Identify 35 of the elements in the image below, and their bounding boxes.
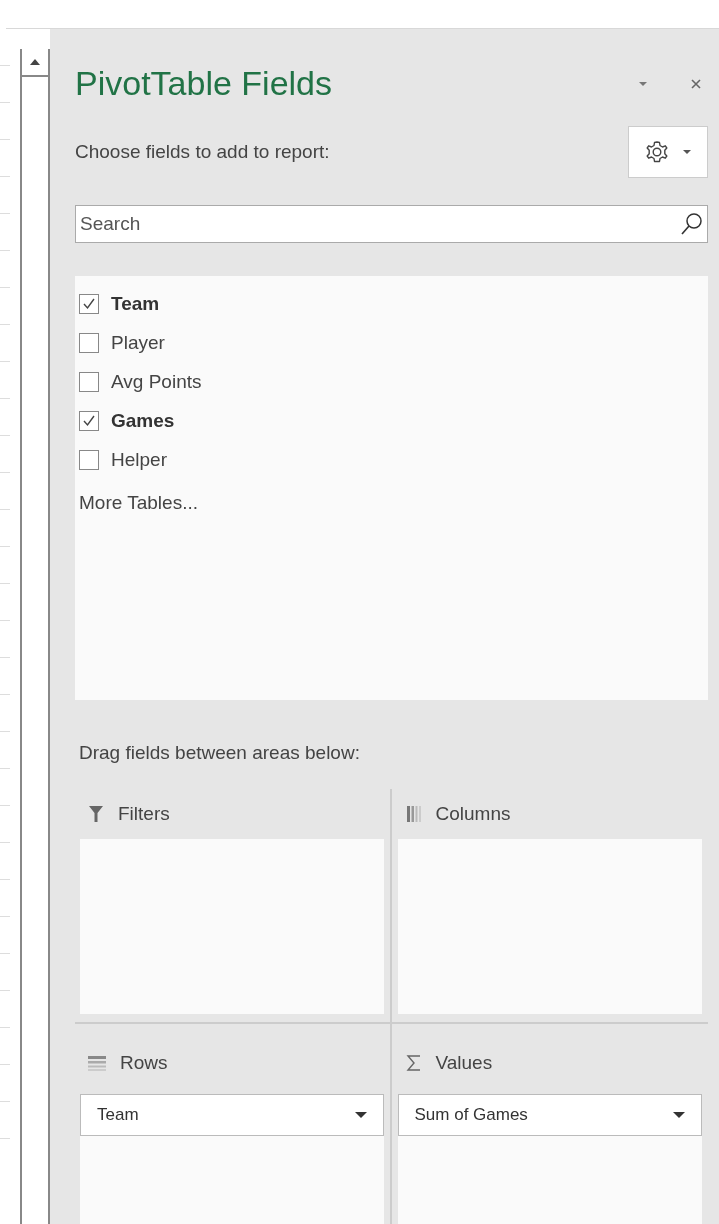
area-field-dropdown[interactable]: Sum of Games [397,1094,702,1136]
field-item[interactable]: Avg Points [79,362,704,402]
caret-icon [354,1111,367,1119]
scrollbar[interactable] [20,49,50,1224]
filter-icon [88,805,104,823]
areas-hint: Drag fields between areas below: [79,742,361,764]
close-icon [690,77,702,90]
field-item[interactable]: Games [79,401,704,441]
field-item[interactable]: Player [79,323,704,363]
area-label: Filters [118,803,170,825]
caret-icon [638,80,648,87]
area-label: Columns [435,803,511,825]
more-tables-link[interactable]: More Tables... [79,492,704,515]
checkbox[interactable] [79,449,99,470]
caret-icon [682,149,692,156]
panel-title: PivotTable Fields [75,64,333,104]
sigma-icon [405,1054,422,1072]
area-field-dropdown[interactable]: Team [80,1094,384,1136]
checkbox[interactable] [79,371,99,392]
up-arrow-icon [30,59,40,65]
rows-icon [88,1055,106,1071]
search-field[interactable]: Search [75,205,708,244]
checkbox[interactable] [79,293,99,314]
caret-icon [673,1111,685,1119]
field-item[interactable]: Helper [79,440,704,480]
checkbox[interactable] [79,410,99,431]
settings-button[interactable] [628,126,708,179]
subtitle: Choose fields to add to report: [75,141,330,164]
drop-area[interactable]: Sum of Games [397,1094,702,1224]
area-label: Values [435,1052,493,1074]
checkbox[interactable] [79,332,99,353]
columns-icon [405,805,422,823]
area-label: Rows [120,1052,168,1074]
drop-area[interactable]: Team [80,1094,384,1224]
field-item[interactable]: Team [79,284,704,324]
